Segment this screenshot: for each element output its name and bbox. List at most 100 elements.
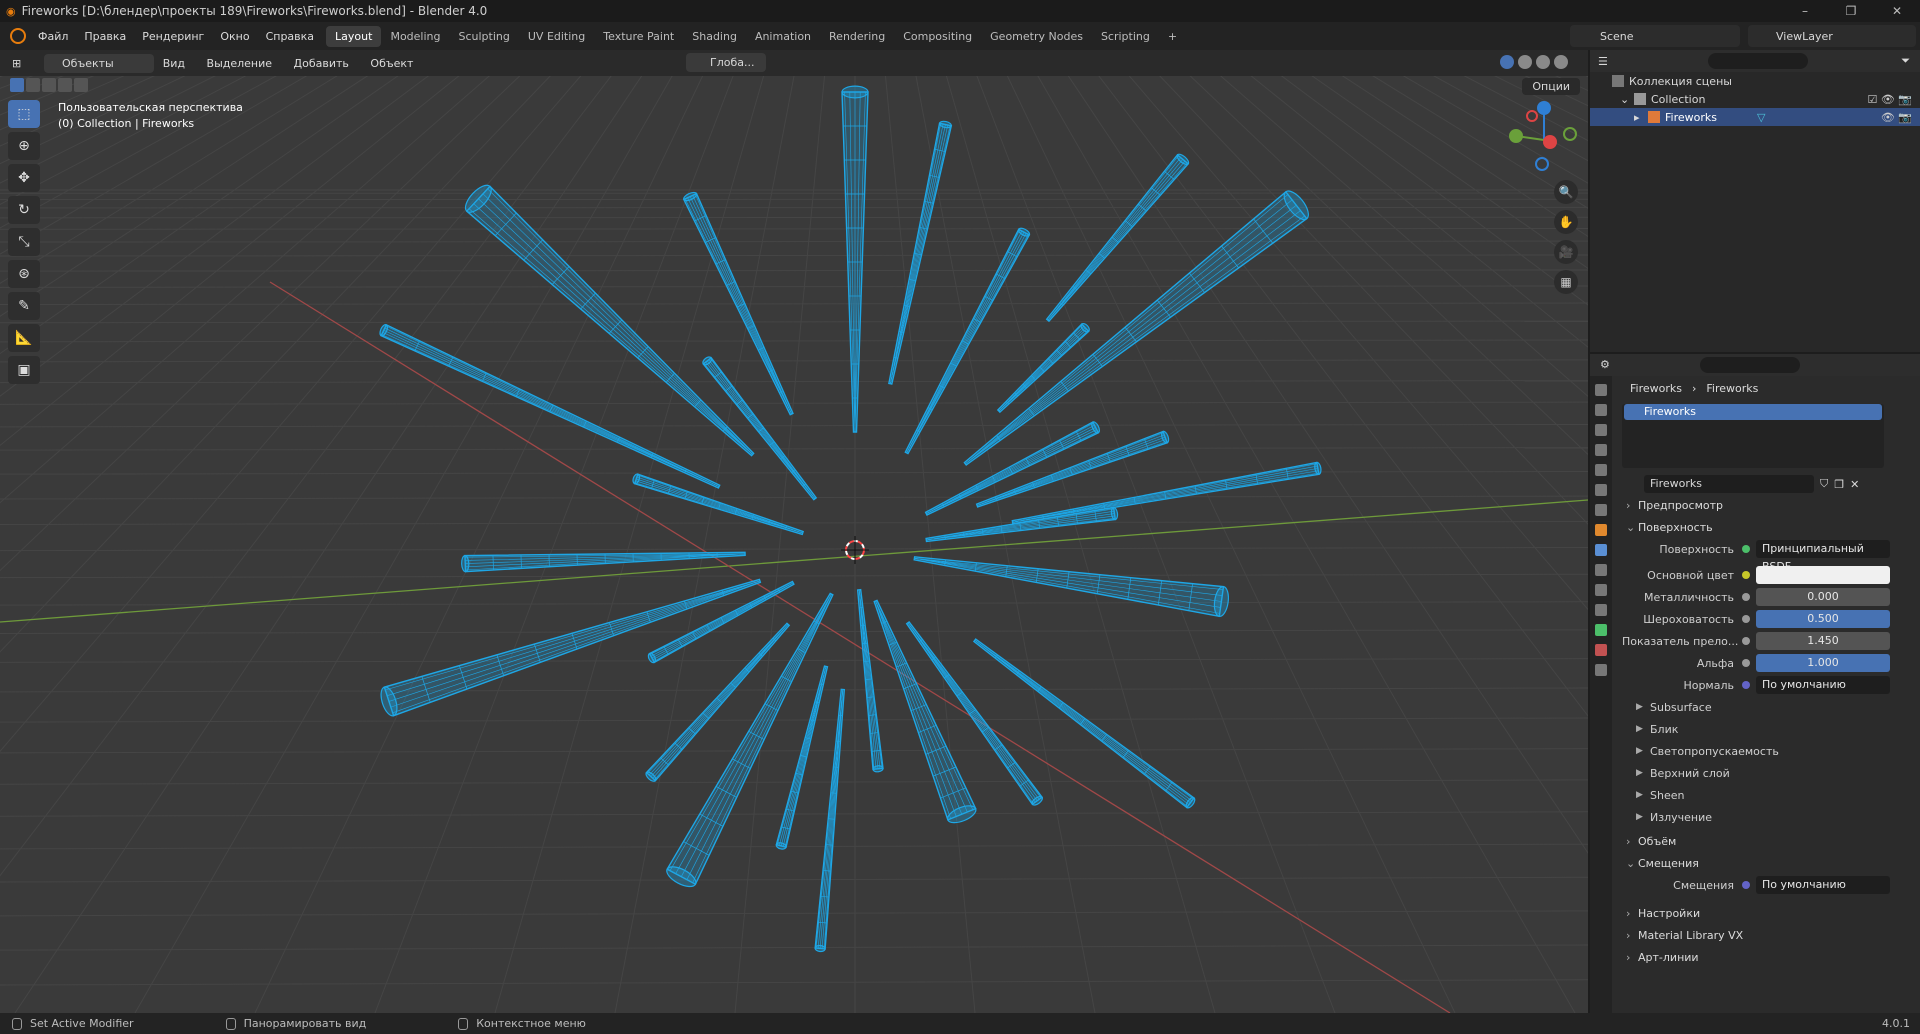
render-tab-icon[interactable] [1595,404,1607,416]
panel-preview[interactable]: › Предпросмотр [1622,494,1918,516]
select-invert-icon[interactable] [58,78,72,92]
ior-slider[interactable]: 1.450 [1756,632,1890,650]
menu-edit[interactable]: Правка [76,30,134,43]
material-shading-icon[interactable] [1536,55,1550,69]
expand-arrow-icon[interactable]: ▸ [1634,111,1648,124]
add-workspace-button[interactable]: + [1159,26,1186,47]
menu-view[interactable]: Вид [154,57,194,70]
viewport-scene[interactable] [0,50,1588,1013]
rendered-shading-icon[interactable] [1554,55,1568,69]
cursor-tool-icon[interactable]: ⊕ [8,132,40,160]
firework-cone[interactable] [841,85,869,433]
properties-search-input[interactable] [1700,357,1800,373]
firework-cone[interactable] [632,473,805,536]
annotate-tool-icon[interactable]: ✎ [8,292,40,320]
tab-animation[interactable]: Animation [746,26,820,47]
surface-shader-dropdown[interactable]: Принципиальный BSDF [1756,540,1890,573]
panel-volume[interactable]: › Объём [1622,830,1918,852]
interaction-mode-dropdown[interactable]: Объекты [44,53,154,73]
material-slot-item[interactable]: Fireworks [1624,404,1882,420]
firework-cone[interactable] [904,227,1031,455]
outliner-row-collection[interactable]: ⌄ Collection ☑ 👁 📷 [1590,90,1920,108]
properties-editor-icon[interactable]: ⚙ [1600,358,1610,371]
move-tool-icon[interactable]: ✥ [8,164,40,192]
metallic-slider[interactable]: 0.000 [1756,588,1890,606]
firework-cone[interactable] [925,506,1119,543]
menu-add[interactable]: Добавить [285,57,358,70]
select-box-tool-icon[interactable]: ⬚ [8,100,40,128]
material-name-field[interactable]: Fireworks [1644,475,1814,493]
panel-surface[interactable]: ⌄ Поверхность [1622,516,1918,538]
firework-cone[interactable] [888,120,953,385]
tab-uv-editing[interactable]: UV Editing [519,26,594,47]
menu-render[interactable]: Рендеринг [134,30,212,43]
transform-orientation-dropdown[interactable]: Глоба... [686,53,767,72]
outliner-row-scene-collection[interactable]: Коллекция сцены [1590,72,1920,90]
collection-tab-icon[interactable] [1595,504,1607,516]
firework-cone[interactable] [1011,461,1322,525]
tab-shading[interactable]: Shading [683,26,746,47]
alpha-slider[interactable]: 1.000 [1756,654,1890,672]
outliner-row-fireworks[interactable]: ▸ Fireworks ▽ 👁 📷 [1590,108,1920,126]
ortho-grid-icon[interactable]: ▦ [1554,270,1578,294]
firework-cone[interactable] [378,578,762,717]
menu-window[interactable]: Окно [212,30,257,43]
subpanel-coat[interactable]: ▶ Верхний слой [1622,762,1918,784]
close-button[interactable]: ✕ [1874,0,1920,22]
minimize-button[interactable]: – [1782,0,1828,22]
output-tab-icon[interactable] [1595,424,1607,436]
tab-geometry-nodes[interactable]: Geometry Nodes [981,26,1092,47]
mesh-data-icon[interactable]: ▽ [1757,111,1765,124]
roughness-slider[interactable]: 0.500 [1756,610,1890,628]
subpanel-sheen[interactable]: ▶ Sheen [1622,784,1918,806]
tab-texture-paint[interactable]: Texture Paint [594,26,683,47]
base-color-swatch[interactable] [1756,566,1890,584]
menu-file[interactable]: Файл [30,30,76,43]
scene-tab-icon[interactable] [1595,464,1607,476]
view-layer-selector[interactable]: ViewLayer [1748,25,1916,47]
modifier-tab-icon[interactable] [1595,544,1607,556]
transform-tool-icon[interactable]: ⊛ [8,260,40,288]
firework-cone[interactable] [913,556,1230,618]
material-slot-list[interactable]: Fireworks [1622,404,1884,468]
zoom-icon[interactable]: 🔍 [1554,180,1578,204]
firework-cone[interactable] [873,599,978,826]
panel-lineart[interactable]: › Арт-линии [1622,946,1918,968]
filter-icon[interactable]: ⏷ [1901,54,1910,68]
texture-tab-icon[interactable] [1595,664,1607,676]
object-tab-icon[interactable] [1595,524,1607,536]
data-tab-icon[interactable] [1595,624,1607,636]
3d-viewport[interactable]: ⊞ Объекты Вид Выделение Добавить Объект … [0,50,1588,1013]
add-cube-tool-icon[interactable]: ▣ [8,356,40,384]
select-intersect-icon[interactable] [74,78,88,92]
measure-tool-icon[interactable]: 📐 [8,324,40,352]
subpanel-subsurface[interactable]: ▶ Subsurface [1622,696,1918,718]
solid-shading-icon[interactable] [1518,55,1532,69]
outliner-search-input[interactable] [1707,53,1808,69]
select-new-icon[interactable] [10,78,24,92]
blender-logo-icon[interactable] [10,28,26,44]
tab-sculpting[interactable]: Sculpting [450,26,519,47]
subpanel-emission[interactable]: ▶ Излучение [1622,806,1918,828]
tab-layout[interactable]: Layout [326,25,382,47]
rotate-tool-icon[interactable]: ↻ [8,196,40,224]
menu-select[interactable]: Выделение [198,57,282,70]
tab-scripting[interactable]: Scripting [1092,26,1159,47]
firework-cone[interactable] [814,688,846,953]
select-extend-icon[interactable] [26,78,40,92]
menu-object[interactable]: Объект [361,57,422,70]
expand-arrow-icon[interactable]: ⌄ [1620,93,1634,106]
tab-compositing[interactable]: Compositing [894,26,981,47]
outliner-editor-icon[interactable]: ☰ [1598,55,1608,68]
options-dropdown[interactable]: Опции [1522,78,1580,95]
select-subtract-icon[interactable] [42,78,56,92]
unlink-material-icon[interactable]: ✕ [1850,478,1859,491]
panel-settings[interactable]: › Настройки [1622,902,1918,924]
tool-tab-icon[interactable] [1595,384,1607,396]
fake-user-icon[interactable]: ⛉ [1820,477,1828,491]
maximize-button[interactable]: ❐ [1828,0,1874,22]
wireframe-shading-icon[interactable] [1500,55,1514,69]
tab-modeling[interactable]: Modeling [381,26,449,47]
scene-selector[interactable]: Scene [1570,25,1740,47]
world-tab-icon[interactable] [1595,484,1607,496]
